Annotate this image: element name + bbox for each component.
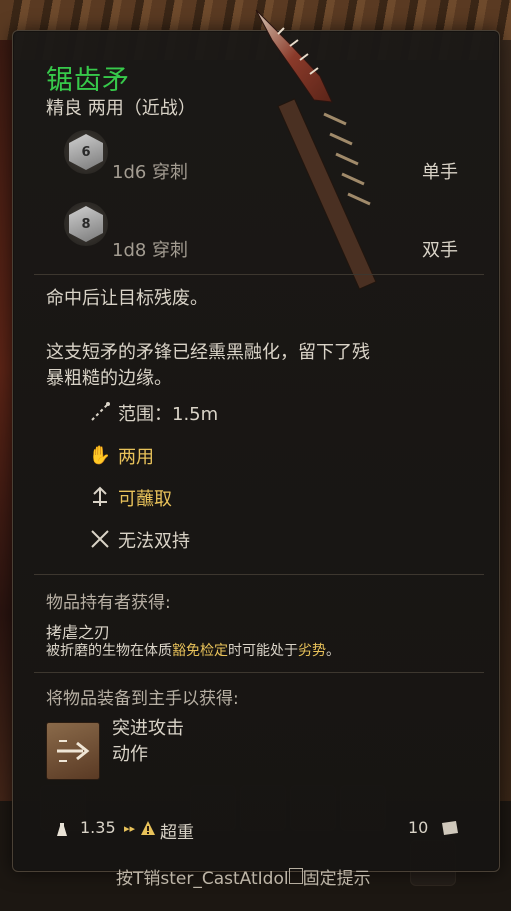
- disadvantage-term[interactable]: 劣势: [298, 643, 326, 659]
- action-type: 动作: [112, 744, 148, 765]
- range-icon: [88, 400, 112, 424]
- dice-face: 8: [69, 206, 103, 242]
- d8-dice-icon: 8: [64, 202, 108, 246]
- arrow-icon: ▸▸: [124, 822, 136, 835]
- hand-icon: ✋: [88, 444, 112, 466]
- pin-tooltip-hint: 按T销ster_CastAtIdol 固定提示: [116, 868, 371, 889]
- overweight-status: 超重: [160, 823, 194, 843]
- dice-face: 6: [69, 134, 103, 170]
- damage-one-handed: 1d6 穿刺: [112, 162, 189, 183]
- no-dual-wield-label: 无法双持: [118, 531, 190, 552]
- weapon-effect: 命中后让目标残废。: [46, 288, 208, 309]
- holder-bonus-header: 物品持有者获得:: [46, 593, 171, 613]
- no-dual-wield-icon: [88, 527, 112, 551]
- versatile-label: 两用: [118, 447, 154, 468]
- spear-icon: [255, 9, 377, 290]
- grip-two-handed: 双手: [422, 240, 458, 261]
- overweight-icon: [140, 820, 156, 836]
- damage-two-handed: 1d8 穿刺: [112, 240, 189, 261]
- d6-dice-icon: 6: [64, 130, 108, 174]
- divider: [34, 574, 484, 575]
- divider: [34, 672, 484, 673]
- weight-value: 1.35: [80, 818, 116, 837]
- key-box-icon: [288, 868, 303, 884]
- coin-icon: [440, 820, 460, 836]
- dippable-label: 可蘸取: [118, 489, 172, 510]
- equip-bonus-header: 将物品装备到主手以获得:: [46, 689, 239, 709]
- divider: [34, 274, 484, 275]
- dip-icon: [88, 485, 112, 509]
- saving-throw-term[interactable]: 豁免检定: [172, 643, 228, 659]
- passive-description: 被折磨的生物在体质豁免检定时可能处于劣势。: [46, 643, 340, 659]
- description-line: 这支短矛的矛锋已经熏黑融化，留下了残: [46, 342, 370, 363]
- weight-icon: [56, 821, 68, 837]
- description-line: 暴粗糙的边缘。: [46, 368, 172, 389]
- grip-one-handed: 单手: [422, 162, 458, 183]
- lunge-attack-icon[interactable]: [46, 722, 100, 780]
- item-value: 10: [408, 818, 429, 837]
- item-rarity-type: 精良 两用（近战）: [46, 98, 196, 119]
- item-name: 锯齿矛: [46, 65, 130, 96]
- action-name: 突进攻击: [112, 718, 184, 739]
- range-label: 范围：1.5m: [118, 404, 219, 425]
